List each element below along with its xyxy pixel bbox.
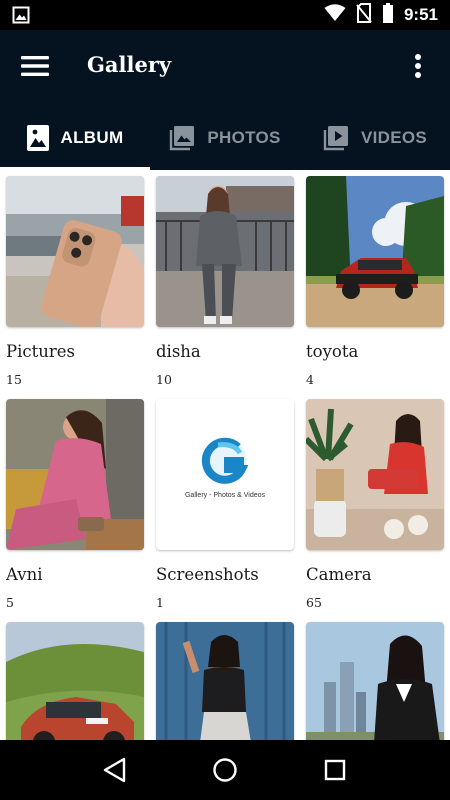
tab-photos-label: PHOTOS [207, 128, 281, 147]
album-thumbnail [156, 622, 294, 740]
album-name: toyota [306, 342, 359, 361]
app-bar: Gallery ALBUM PHOTOS VIDEOS [0, 30, 450, 170]
album-card[interactable] [6, 622, 144, 740]
album-thumbnail [156, 176, 294, 327]
back-button[interactable] [85, 740, 145, 800]
tab-album[interactable]: ALBUM [0, 106, 150, 170]
album-card[interactable] [156, 622, 294, 740]
tab-videos-label: VIDEOS [360, 128, 428, 147]
album-card-camera[interactable]: Camera 65 [306, 399, 444, 610]
gallery-app-logo [201, 437, 249, 484]
album-thumbnail [6, 176, 144, 327]
gallery-screen: 9:51 Gallery ALBUM PHOTOS VIDEOS Picture… [0, 0, 450, 800]
album-count: 15 [6, 372, 22, 387]
recents-button[interactable] [305, 740, 365, 800]
home-button[interactable] [195, 740, 255, 800]
page-title: Gallery [87, 52, 172, 77]
videos-icon [323, 126, 348, 151]
album-card-screenshots[interactable]: Gallery - Photos & Videos Screenshots 1 [156, 399, 294, 610]
album-thumbnail [6, 622, 144, 740]
photos-icon [170, 126, 195, 151]
album-count: 1 [156, 595, 164, 610]
image-notification-icon [12, 6, 30, 24]
album-card-avni[interactable]: Avni 5 [6, 399, 144, 610]
hamburger-menu-icon [21, 56, 49, 76]
battery-icon [382, 3, 394, 27]
album-thumbnail [306, 176, 444, 327]
clock: 9:51 [403, 5, 438, 24]
tab-bar: ALBUM PHOTOS VIDEOS [0, 106, 450, 170]
tab-videos[interactable]: VIDEOS [300, 106, 450, 170]
album-count: 65 [306, 595, 322, 610]
album-card[interactable] [306, 622, 444, 740]
album-thumbnail [306, 622, 444, 740]
album-card-pictures[interactable]: Pictures 15 [6, 176, 144, 387]
album-name: Screenshots [156, 565, 259, 584]
wifi-icon [324, 4, 346, 26]
no-sim-icon [356, 3, 372, 27]
tab-album-label: ALBUM [60, 128, 124, 147]
status-bar: 9:51 [0, 0, 450, 30]
recents-icon [324, 759, 346, 781]
album-count: 10 [156, 372, 172, 387]
album-name: disha [156, 342, 201, 361]
album-grid: Pictures 15 disha 10 toyota 4 Avni 5 Gal… [0, 170, 450, 740]
album-thumbnail [306, 399, 444, 550]
tab-photos[interactable]: PHOTOS [150, 106, 300, 170]
album-name: Avni [6, 565, 43, 584]
album-thumbnail [6, 399, 144, 550]
more-options-button[interactable] [404, 48, 432, 84]
thumbnail-caption: Gallery - Photos & Videos [184, 492, 266, 499]
album-thumbnail: Gallery - Photos & Videos [156, 399, 294, 550]
back-icon [103, 757, 126, 783]
album-count: 4 [306, 372, 314, 387]
album-card-toyota[interactable]: toyota 4 [306, 176, 444, 387]
album-name: Camera [306, 565, 372, 584]
menu-button[interactable] [14, 48, 56, 84]
album-icon [26, 125, 49, 151]
home-icon [213, 758, 237, 782]
system-navigation-bar [0, 740, 450, 800]
album-name: Pictures [6, 342, 75, 361]
album-card-disha[interactable]: disha 10 [156, 176, 294, 387]
album-count: 5 [6, 595, 14, 610]
more-vertical-icon [415, 54, 421, 78]
